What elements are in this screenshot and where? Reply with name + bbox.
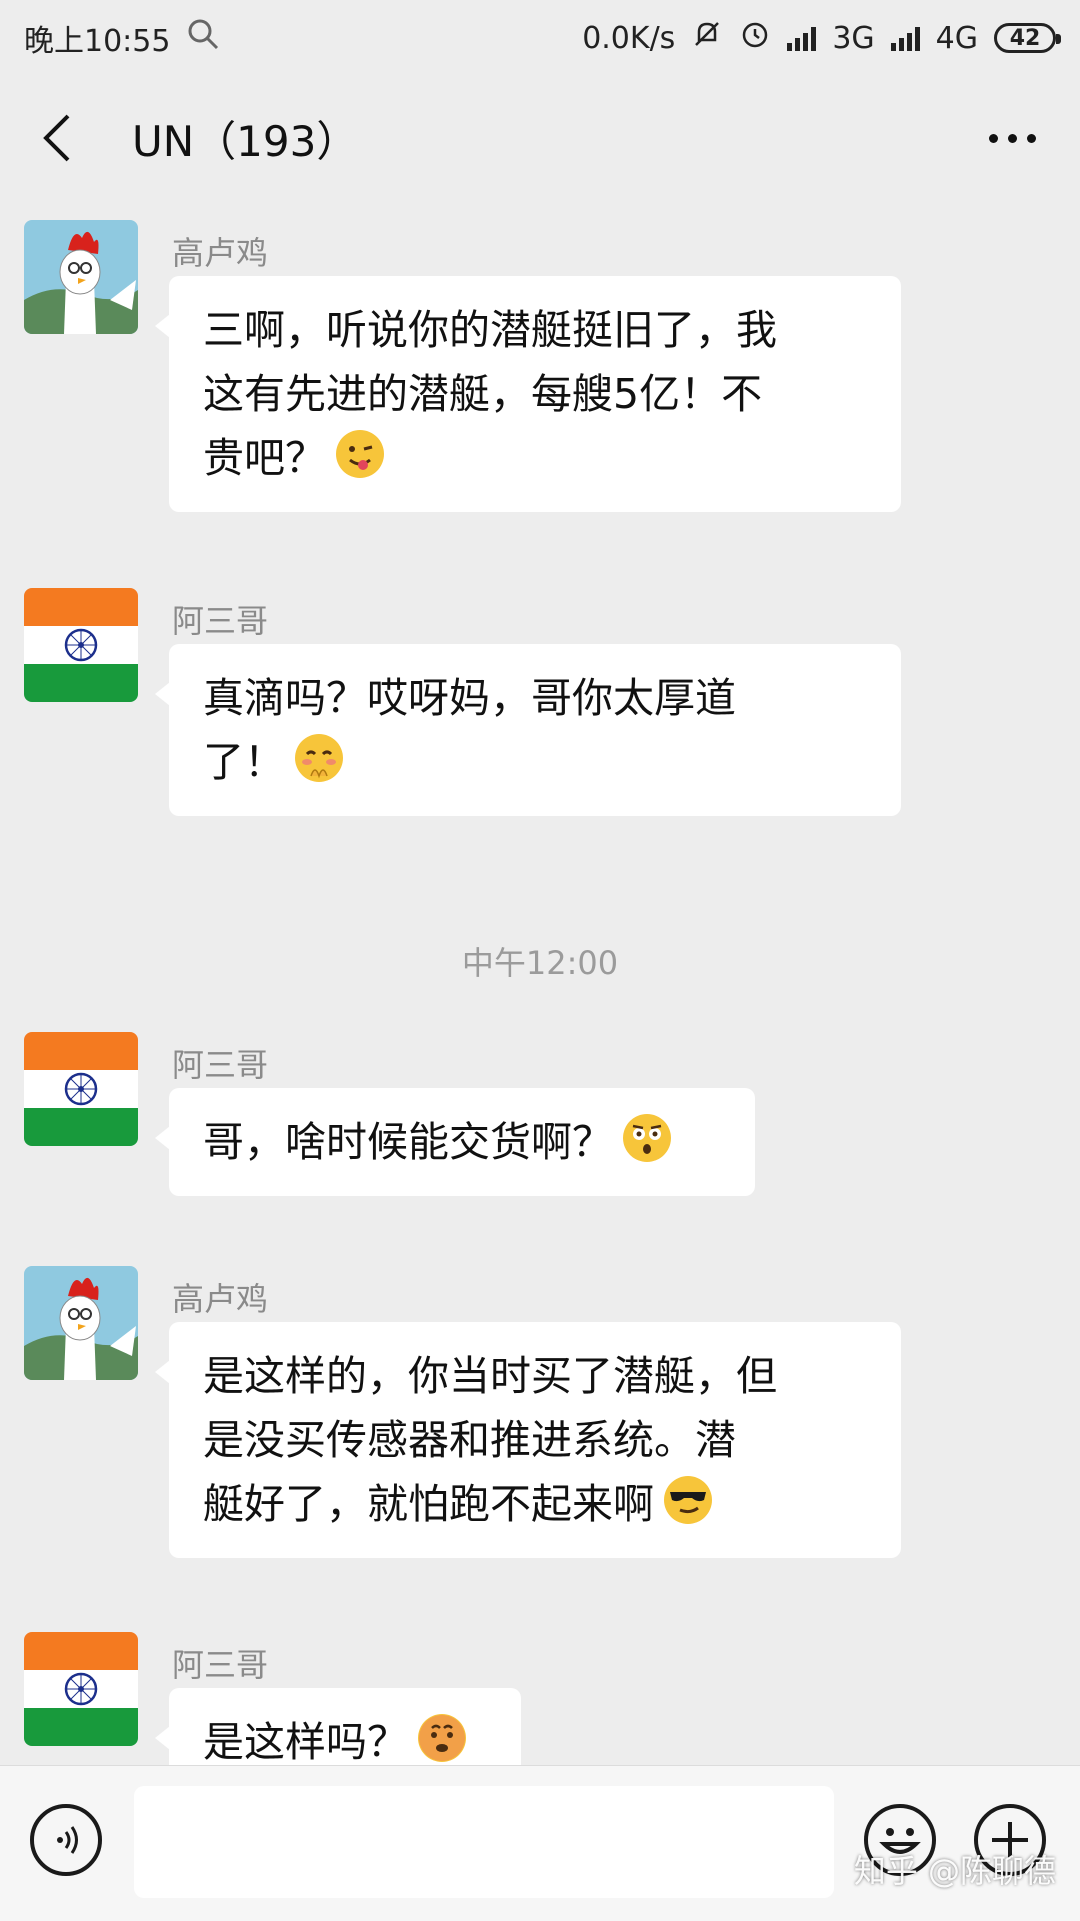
alarm-icon: [739, 18, 771, 58]
rooster-avatar[interactable]: [24, 1266, 138, 1380]
input-bar: [0, 1765, 1080, 1921]
timestamp: 中午12:00: [461, 944, 619, 982]
network-4g: 4G: [935, 20, 978, 56]
message-bubble[interactable]: 真滴吗？哎呀妈，哥你太厚道 了！: [155, 644, 901, 816]
sender-name: 阿三哥: [172, 602, 269, 640]
network-3g: 3G: [832, 20, 875, 56]
battery-icon: 42: [994, 23, 1061, 53]
message-line: 了！: [203, 738, 285, 786]
sender-name: 阿三哥: [172, 1646, 269, 1684]
net-speed: 0.0K/s: [582, 20, 676, 56]
message-input[interactable]: [134, 1786, 834, 1898]
message-line: 艇好了，就怕跑不起来啊: [203, 1480, 654, 1528]
message-bubble[interactable]: 三啊，听说你的潜艇挺旧了，我 这有先进的潜艇，每艘5亿！不 贵吧？: [155, 276, 901, 512]
message-bubble[interactable]: 哥，啥时候能交货啊？: [155, 1088, 755, 1196]
wink-tongue-emoji-icon: [336, 430, 384, 478]
message-line: 是这样的，你当时买了潜艇，但: [203, 1352, 777, 1400]
sender-name: 阿三哥: [172, 1046, 269, 1084]
sender-name: 高卢鸡: [172, 234, 269, 272]
sender-name: 高卢鸡: [172, 1280, 269, 1318]
india-flag-avatar[interactable]: [24, 588, 138, 702]
india-flag-avatar[interactable]: [24, 1632, 138, 1746]
blush-hands-emoji-icon: [295, 734, 343, 782]
message-line: 是这样吗？: [203, 1718, 408, 1765]
chat-title: UN（193）: [132, 116, 359, 166]
message-line: 贵吧？: [203, 434, 326, 482]
sunglasses-smirk-emoji-icon: [664, 1476, 712, 1524]
back-arrow-icon[interactable]: [38, 108, 98, 168]
signal-icon: [890, 25, 920, 51]
message-line: 三啊，听说你的潜艇挺旧了，我: [203, 306, 777, 354]
message-line: 是没买传感器和推进系统。潜: [203, 1416, 736, 1464]
battery-level: 42: [1009, 25, 1041, 51]
message-line: 哥，啥时候能交货啊？: [203, 1118, 613, 1166]
signal-icon: [787, 25, 817, 51]
status-time: 晚上10:55: [24, 24, 171, 59]
chat-header: UN（193）: [0, 76, 1080, 200]
message-line: 真滴吗？哎呀妈，哥你太厚道: [203, 674, 736, 722]
worried-emoji-icon: [418, 1714, 466, 1762]
status-bar: 晚上10:55 0.0K/s 3G 4G 42: [0, 0, 1080, 76]
message-bubble[interactable]: 是这样吗？: [155, 1688, 521, 1765]
more-options-icon[interactable]: [989, 134, 1036, 143]
rooster-avatar[interactable]: [24, 220, 138, 334]
shocked-emoji-icon: [623, 1114, 671, 1162]
message-line: 这有先进的潜艇，每艘5亿！不: [203, 370, 763, 418]
message-bubble[interactable]: 是这样的，你当时买了潜艇，但 是没买传感器和推进系统。潜 艇好了，就怕跑不起来啊: [155, 1322, 901, 1558]
search-icon: [186, 17, 220, 59]
voice-icon[interactable]: [30, 1804, 102, 1876]
chat-messages[interactable]: 高卢鸡 三啊，听说你的潜艇挺旧了，我 这有先进的潜艇，每艘5亿！不 贵吧？ 阿三…: [0, 200, 1080, 1765]
mute-icon: [691, 18, 723, 58]
india-flag-avatar[interactable]: [24, 1032, 138, 1146]
watermark: 知乎 @陈聊德: [853, 1852, 1056, 1890]
